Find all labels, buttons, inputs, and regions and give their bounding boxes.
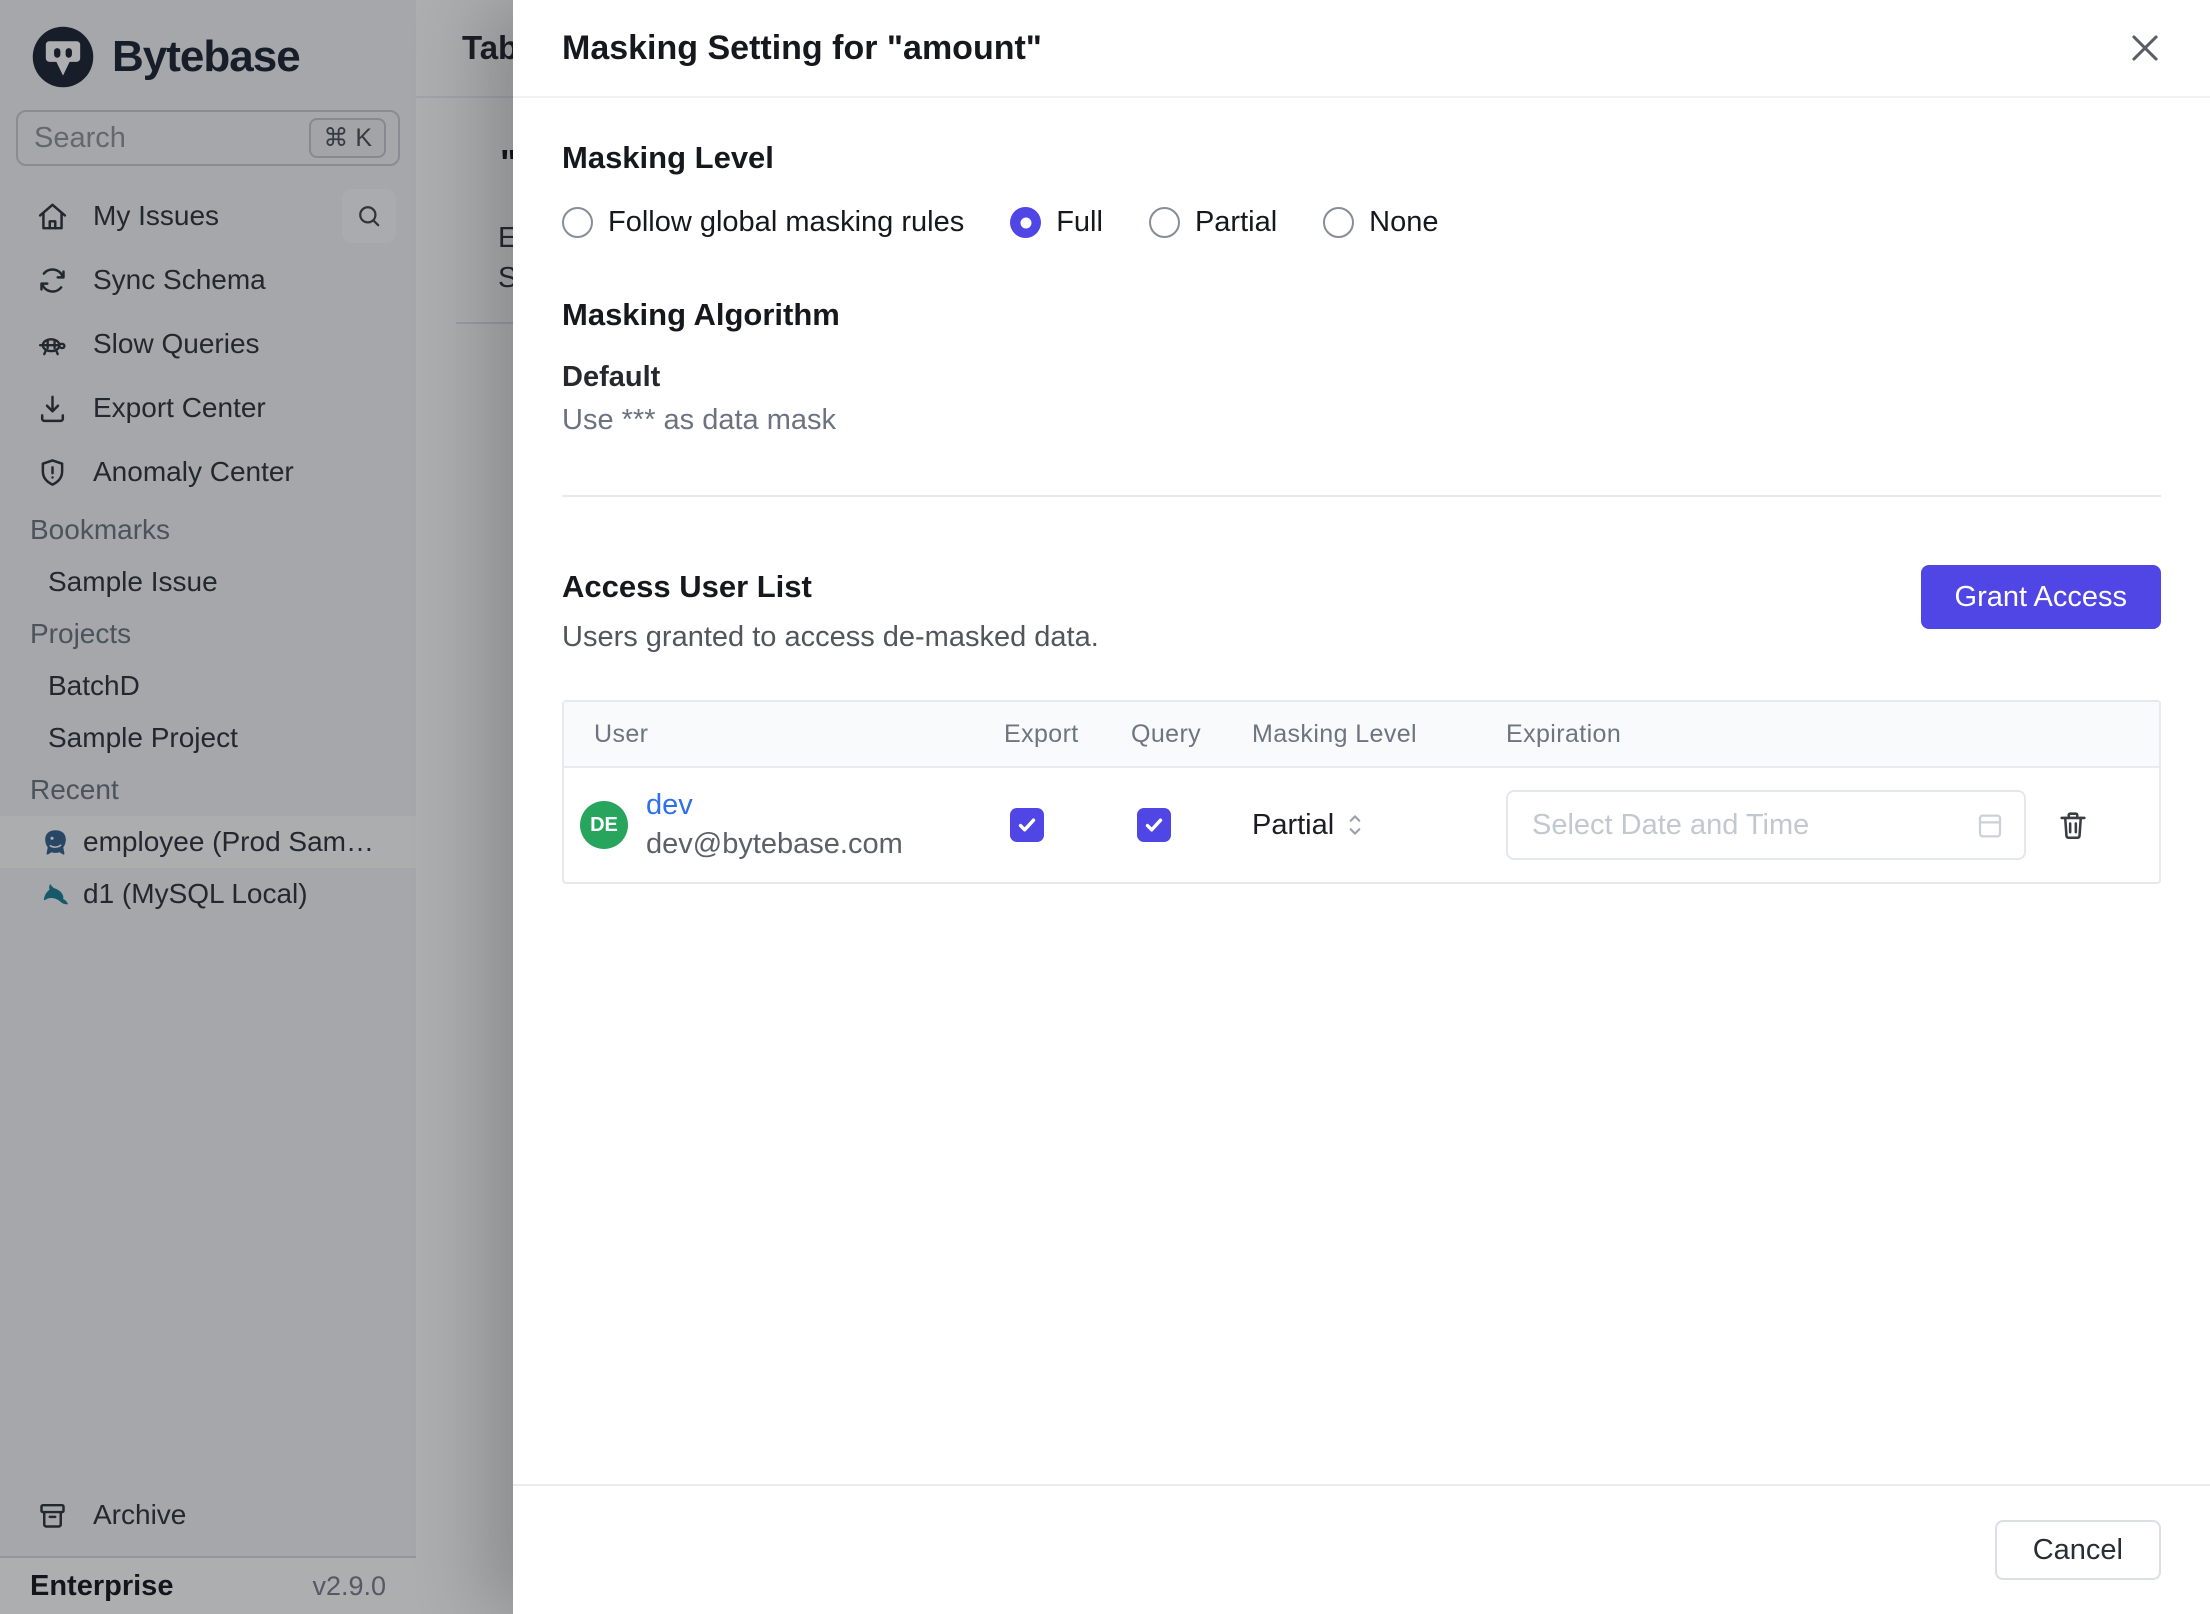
radio-circle-checked[interactable] [1010, 207, 1042, 238]
expiration-input-field[interactable] [1532, 808, 1974, 842]
modal-footer: Cancel [513, 1484, 2210, 1614]
access-user-list-description: Users granted to access de-masked data. [562, 621, 1099, 653]
radio-follow-global[interactable]: Follow global masking rules [562, 206, 964, 239]
check-icon [1145, 818, 1163, 832]
radio-label: Follow global masking rules [608, 206, 965, 238]
radio-circle[interactable] [1148, 207, 1180, 238]
check-icon [1018, 818, 1036, 832]
column-header-masking-level: Masking Level [1252, 719, 1418, 748]
export-cell [1004, 808, 1131, 842]
access-user-table: User Export Query Masking Level Expirati… [562, 700, 2161, 884]
table-header-row: User Export Query Masking Level Expirati… [564, 702, 2159, 766]
column-header-expiration: Expiration [1506, 719, 1622, 748]
row-masking-level-select[interactable]: Partial [1252, 809, 1506, 842]
radio-circle[interactable] [562, 207, 593, 238]
column-header-export: Export [1004, 719, 1079, 748]
app-root: Bytebase ⌘ K My Issues Sync Schema Slow … [0, 0, 2210, 1614]
delete-row-button[interactable] [2056, 808, 2090, 842]
expiration-datetime-input[interactable] [1506, 790, 2026, 860]
masking-level-radio-group: Follow global masking rules Full Partial… [562, 206, 2161, 239]
masking-algorithm-heading: Masking Algorithm [562, 297, 840, 332]
trash-icon [2060, 812, 2086, 840]
radio-partial[interactable]: Partial [1148, 206, 1278, 239]
masking-level-heading: Masking Level [562, 140, 774, 175]
radio-circle[interactable] [1323, 207, 1355, 238]
algorithm-name: Default [562, 361, 661, 393]
query-cell [1131, 808, 1252, 842]
user-name-link[interactable]: dev [646, 788, 903, 823]
access-user-list-header: Access User List Users granted to access… [562, 565, 2161, 654]
export-checkbox-checked[interactable] [1010, 808, 1044, 842]
table-row: DE dev dev@bytebase.com Partial Select D… [564, 766, 2159, 882]
algorithm-description: Use *** as data mask [562, 404, 837, 436]
calendar-icon [1978, 814, 2002, 838]
masking-setting-modal: Masking Setting for "amount" Masking Lev… [513, 0, 2210, 1614]
user-cell: DE dev dev@bytebase.com [564, 788, 1004, 862]
column-header-query: Query [1131, 719, 1202, 748]
radio-label: None [1369, 206, 1439, 238]
modal-body: Masking Level Follow global masking rule… [513, 140, 2210, 884]
cancel-button[interactable]: Cancel [1994, 1520, 2161, 1580]
close-button[interactable] [2122, 25, 2168, 71]
user-email: dev@bytebase.com [646, 828, 903, 860]
radio-full[interactable]: Full [1010, 206, 1103, 239]
query-checkbox-checked[interactable] [1137, 808, 1171, 842]
section-divider [562, 495, 2161, 497]
chevron-up-down-icon [1349, 815, 1361, 835]
expiration-cell [1506, 790, 2159, 860]
grant-access-button[interactable]: Grant Access [1920, 565, 2161, 629]
radio-none[interactable]: None [1323, 206, 1438, 239]
close-icon [2132, 35, 2158, 61]
column-header-user: User [594, 719, 649, 748]
avatar: DE [580, 801, 628, 849]
masking-level-value: Partial [1252, 808, 1335, 841]
radio-label: Partial [1194, 206, 1278, 238]
modal-title: Masking Setting for "amount" [562, 28, 1042, 67]
radio-label: Full [1056, 206, 1103, 238]
modal-header: Masking Setting for "amount" [513, 0, 2210, 98]
